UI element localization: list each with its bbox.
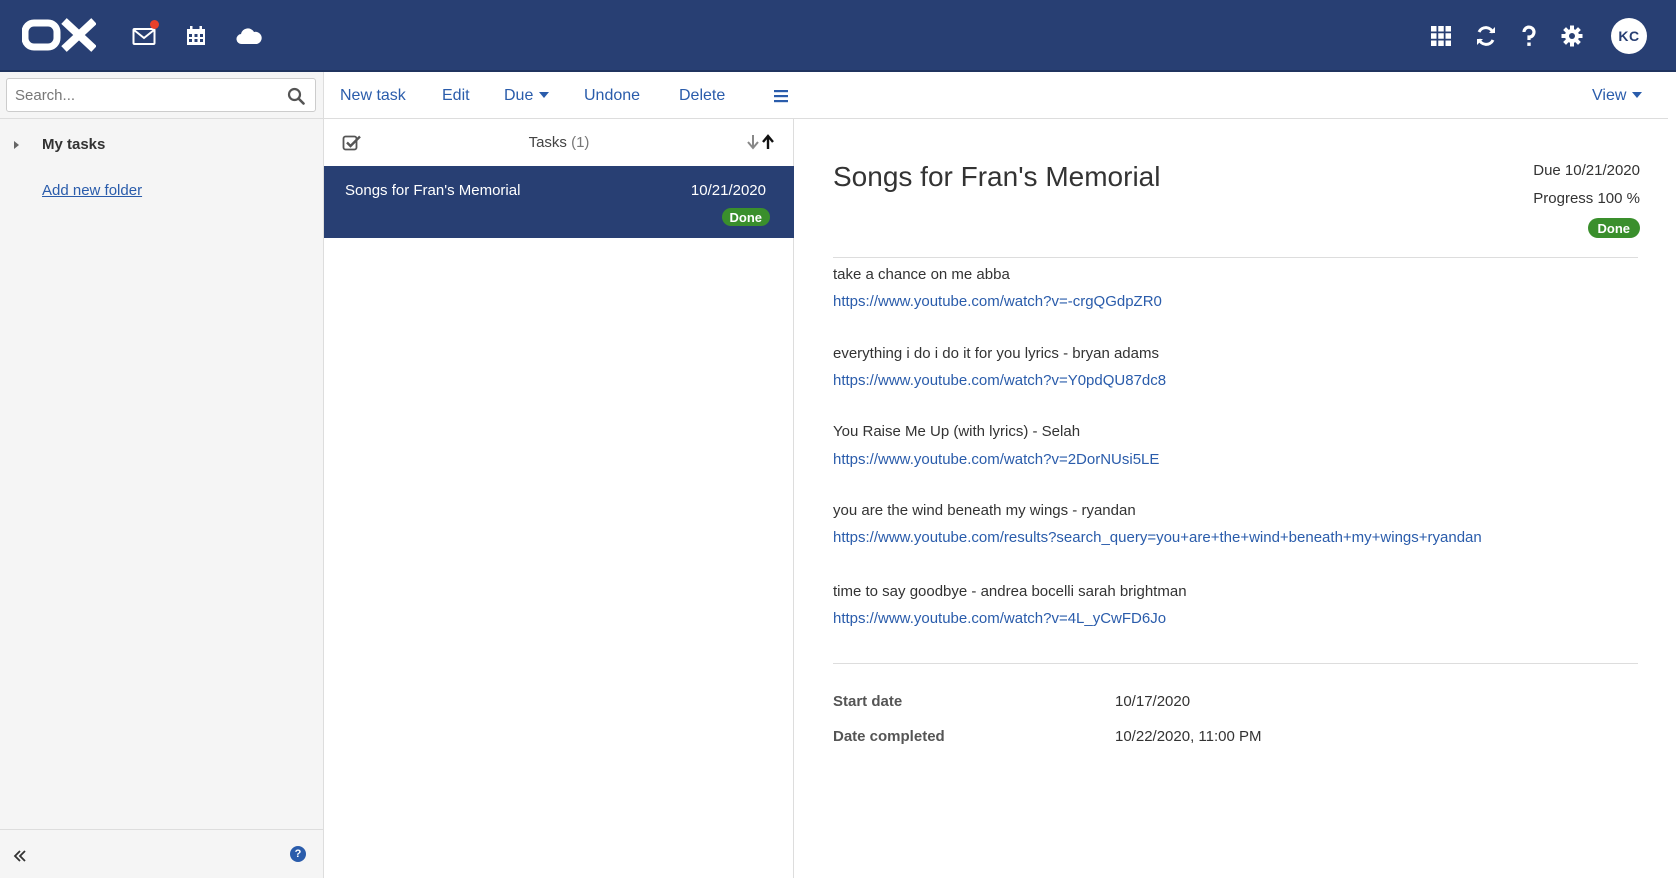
folder-sidebar: My tasks Add new folder ?	[0, 72, 324, 878]
task-list-pane: Tasks (1) Songs for Fran's Memorial 10/2…	[324, 119, 794, 878]
task-item-date: 10/21/2020	[690, 182, 766, 199]
new-task-button[interactable]: New task	[340, 87, 406, 105]
note-line: time to say goodbye - andrea bocelli sar…	[833, 583, 1187, 600]
user-avatar[interactable]: KC	[1611, 18, 1647, 54]
sidebar-bottom-divider	[0, 829, 324, 830]
status-badge: Done	[721, 208, 770, 226]
list-header: Tasks (1)	[324, 119, 794, 166]
search-box	[6, 78, 316, 112]
cloud-icon[interactable]	[233, 20, 265, 52]
undone-button[interactable]: Undone	[584, 87, 640, 105]
list-title: Tasks (1)	[324, 134, 794, 151]
page-edge	[1668, 72, 1676, 878]
settings-icon[interactable]	[1556, 20, 1588, 52]
due-date-text: Due 10/21/2020	[1533, 162, 1640, 179]
view-dropdown[interactable]: View	[1592, 87, 1643, 105]
note-link[interactable]: https://www.youtube.com/watch?v=2DorNUsi…	[833, 451, 1159, 468]
note-link[interactable]: https://www.youtube.com/watch?v=4L_yCwFD…	[833, 610, 1166, 627]
delete-button[interactable]: Delete	[679, 87, 725, 105]
sort-order-icon[interactable]	[744, 133, 776, 151]
more-menu-icon[interactable]	[773, 89, 789, 103]
chevron-down-icon	[539, 91, 550, 98]
notification-dot	[150, 20, 159, 29]
add-new-folder-link[interactable]: Add new folder	[42, 182, 142, 199]
note-line: everything i do i do it for you lyrics -…	[833, 345, 1159, 362]
search-icon[interactable]	[287, 87, 305, 105]
due-dropdown[interactable]: Due	[504, 87, 550, 105]
progress-text: Progress 100 %	[1533, 190, 1640, 207]
task-list-item[interactable]: Songs for Fran's Memorial 10/21/2020 Don…	[324, 166, 794, 238]
task-toolbar: New task Edit Due Undone Delete View	[324, 72, 1676, 119]
note-line: You Raise Me Up (with lyrics) - Selah	[833, 423, 1081, 440]
top-bar: KC	[0, 0, 1676, 72]
task-item-title: Songs for Fran's Memorial	[345, 182, 521, 199]
list-title-text: Tasks	[528, 134, 567, 151]
note-line: you are the wind beneath my wings - ryan…	[833, 502, 1136, 519]
task-detail-title: Songs for Fran's Memorial	[833, 161, 1161, 192]
ox-logo[interactable]	[22, 18, 96, 52]
expand-caret-icon[interactable]	[12, 138, 22, 152]
help-icon[interactable]	[1513, 20, 1545, 52]
task-detail-pane: Songs for Fran's Memorial Due 10/21/2020…	[795, 119, 1676, 878]
date-completed-value: 10/22/2020, 11:00 PM	[1115, 728, 1262, 745]
help-circle-icon[interactable]: ?	[290, 846, 306, 862]
due-label: Due	[504, 87, 534, 104]
search-input[interactable]	[7, 79, 277, 111]
status-badge: Done	[1587, 218, 1640, 238]
note-link[interactable]: https://www.youtube.com/watch?v=-crgQGdp…	[833, 293, 1162, 310]
mail-icon[interactable]	[128, 20, 160, 52]
note-link[interactable]: https://www.youtube.com/results?search_q…	[833, 529, 1482, 546]
start-date-label: Start date	[833, 693, 903, 710]
start-date-value: 10/17/2020	[1115, 693, 1191, 710]
detail-divider	[833, 663, 1638, 664]
sidebar-divider	[0, 118, 324, 119]
collapse-sidebar-icon[interactable]	[12, 848, 28, 864]
chevron-down-icon	[1632, 91, 1643, 98]
apps-grid-icon[interactable]	[1425, 20, 1457, 52]
folder-my-tasks[interactable]: My tasks	[42, 136, 105, 153]
calendar-icon[interactable]	[180, 20, 212, 52]
refresh-icon[interactable]	[1470, 20, 1502, 52]
note-link[interactable]: https://www.youtube.com/watch?v=Y0pdQU87…	[833, 372, 1166, 389]
date-completed-label: Date completed	[833, 728, 945, 745]
detail-divider	[833, 257, 1638, 258]
note-line: take a chance on me abba	[833, 266, 1010, 283]
view-label: View	[1592, 87, 1627, 104]
edit-button[interactable]: Edit	[442, 87, 470, 105]
list-count: (1)	[571, 134, 590, 151]
